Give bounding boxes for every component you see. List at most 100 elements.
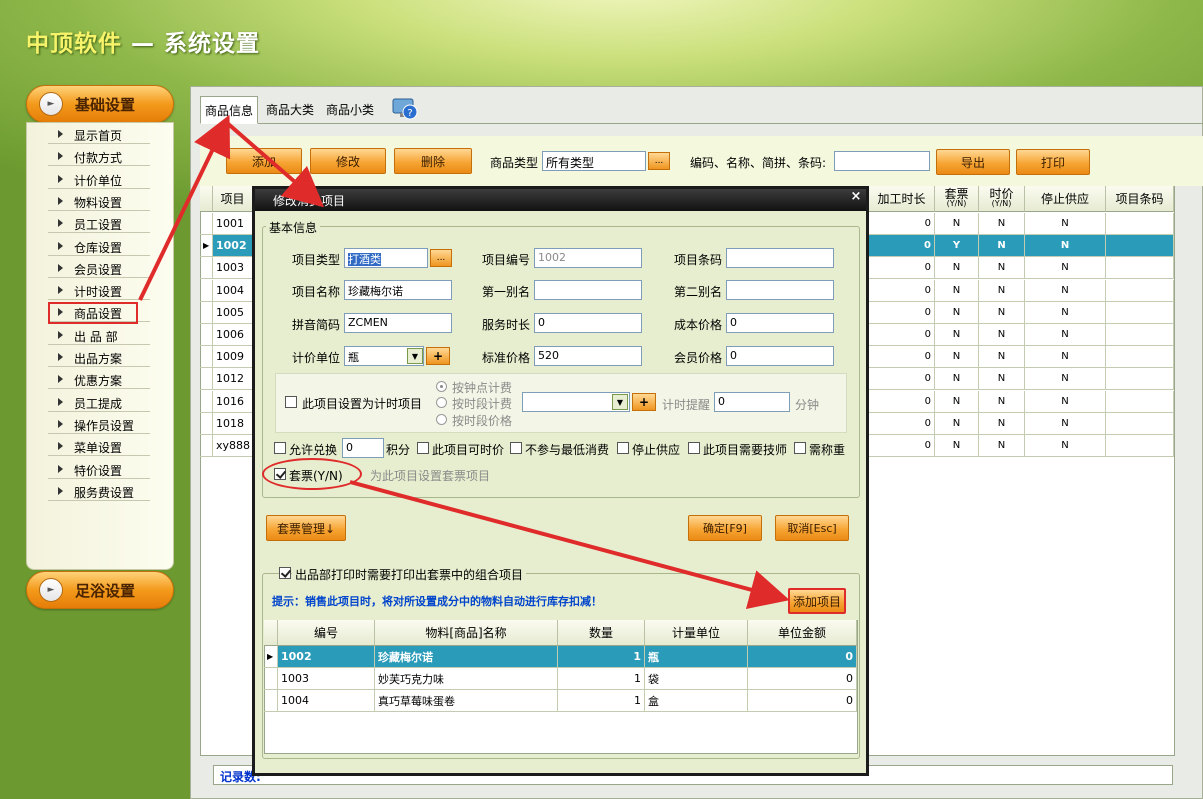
sidebar-item[interactable]: 服务费设置 (48, 482, 150, 501)
sidebar-item[interactable]: 操作员设置 (48, 415, 150, 434)
table-cell[interactable] (1106, 235, 1174, 258)
sidebar-group-foot-bath-settings[interactable]: ► 足浴设置 (26, 571, 174, 609)
tab-product-info[interactable]: 商品信息 (200, 96, 259, 124)
table-cell[interactable]: 1018 (213, 412, 253, 435)
add-period-button[interactable]: + (632, 393, 656, 411)
chevron-down-icon[interactable]: ▼ (407, 348, 423, 364)
table-cell[interactable]: 1004 (213, 279, 253, 302)
ok-button[interactable]: 确定[F9] (688, 515, 762, 541)
ticket-manage-button[interactable]: 套票管理↓ (266, 515, 346, 541)
row-indicator[interactable]: ▶ (200, 235, 213, 258)
table-cell[interactable]: 瓶 (645, 646, 748, 668)
category-browse-button[interactable]: ... (648, 152, 670, 170)
table-cell[interactable]: N (1025, 257, 1106, 280)
table-cell[interactable]: N (1025, 412, 1106, 435)
sidebar-item[interactable]: 付款方式 (48, 147, 150, 167)
grid-header-stop-supply[interactable]: 停止供应 (1025, 186, 1106, 212)
table-cell[interactable]: N (1025, 301, 1106, 324)
table-cell[interactable]: 0 (869, 279, 935, 302)
table-cell[interactable]: Y (935, 235, 979, 258)
table-cell[interactable]: N (979, 257, 1025, 280)
table-cell[interactable]: N (935, 368, 979, 391)
close-icon[interactable]: × (848, 189, 864, 207)
grid-header-timed[interactable]: 时价 (Y/N) (979, 186, 1025, 212)
table-cell[interactable] (1106, 301, 1174, 324)
table-cell[interactable]: N (979, 346, 1025, 369)
table-cell[interactable]: N (979, 279, 1025, 302)
table-cell[interactable]: N (1025, 279, 1106, 302)
table-cell[interactable] (1106, 412, 1174, 435)
table-cell[interactable]: 0 (869, 324, 935, 346)
sidebar-item[interactable]: 出 品 部 (48, 326, 150, 345)
chevron-down-icon[interactable]: ▼ (612, 394, 628, 410)
row-indicator[interactable] (200, 390, 213, 413)
needs-technician-checkbox[interactable] (688, 442, 700, 454)
table-cell[interactable]: 0 (869, 435, 935, 457)
table-cell[interactable]: N (1025, 368, 1106, 391)
tab-product-category[interactable]: 商品大类 (262, 96, 318, 124)
table-cell[interactable]: N (1025, 435, 1106, 457)
time-price-checkbox[interactable] (417, 442, 429, 454)
table-cell[interactable]: N (935, 390, 979, 413)
table-cell[interactable]: 盒 (645, 690, 748, 712)
table-cell[interactable]: N (935, 213, 979, 235)
sidebar-item[interactable]: 出品方案 (48, 348, 150, 367)
timer-remind-input[interactable]: 0 (714, 392, 790, 412)
table-cell[interactable]: N (979, 213, 1025, 235)
cost-price-input[interactable]: 0 (726, 313, 834, 333)
table-cell[interactable]: 1004 (278, 690, 375, 712)
sidebar-item[interactable]: 特价设置 (48, 460, 150, 479)
sidebar-item[interactable]: 计时设置 (48, 281, 150, 301)
grid-header-item[interactable]: 项目 (213, 186, 253, 212)
table-cell[interactable]: 1003 (278, 668, 375, 690)
sub-header-quantity[interactable]: 数量 (558, 620, 645, 646)
service-time-input[interactable]: 0 (534, 313, 642, 333)
table-cell[interactable]: N (979, 324, 1025, 346)
help-monitor-icon[interactable]: ? (392, 98, 418, 120)
alias2-input[interactable] (726, 280, 834, 300)
row-indicator[interactable] (200, 301, 213, 324)
print-button[interactable]: 打印 (1016, 149, 1090, 175)
sidebar-item[interactable]: 员工提成 (48, 393, 150, 412)
table-cell[interactable] (1106, 324, 1174, 346)
alias1-input[interactable] (534, 280, 642, 300)
export-button[interactable]: 导出 (936, 149, 1010, 175)
row-indicator[interactable] (200, 412, 213, 435)
radio-period-billing[interactable] (436, 397, 447, 408)
stop-supply-checkbox[interactable] (617, 442, 629, 454)
table-cell[interactable]: 0 (869, 346, 935, 369)
table-cell[interactable]: 1002 (213, 235, 253, 258)
table-cell[interactable]: 1003 (213, 257, 253, 280)
table-cell[interactable]: N (1025, 324, 1106, 346)
table-cell[interactable] (1106, 390, 1174, 413)
table-cell[interactable]: 0 (748, 668, 857, 690)
sidebar-item[interactable]: 优惠方案 (48, 370, 150, 390)
add-item-button[interactable]: 添加项目 (788, 588, 846, 614)
row-indicator[interactable] (200, 257, 213, 280)
sub-header-code[interactable]: 编号 (278, 620, 375, 646)
table-cell[interactable]: 0 (869, 257, 935, 280)
grid-header-process-time[interactable]: 加工时长 (869, 186, 935, 212)
add-unit-button[interactable]: + (426, 347, 450, 365)
table-cell[interactable]: N (1025, 235, 1106, 258)
table-cell[interactable] (1106, 213, 1174, 235)
sidebar-item[interactable]: 菜单设置 (48, 437, 150, 457)
table-cell[interactable]: N (979, 412, 1025, 435)
row-indicator[interactable] (200, 368, 213, 391)
table-cell[interactable]: 0 (748, 646, 857, 668)
item-type-browse-button[interactable]: ... (430, 249, 452, 267)
table-cell[interactable]: N (935, 257, 979, 280)
item-name-input[interactable]: 珍藏梅尔诺 (344, 280, 452, 300)
sidebar-item[interactable]: 仓库设置 (48, 237, 150, 256)
allow-exchange-checkbox[interactable] (274, 442, 286, 454)
exchange-points-input[interactable]: 0 (342, 438, 384, 458)
sidebar-item[interactable]: 会员设置 (48, 259, 150, 278)
table-cell[interactable]: 袋 (645, 668, 748, 690)
table-cell[interactable]: 1016 (213, 390, 253, 413)
table-cell[interactable]: 0 (869, 390, 935, 413)
table-cell[interactable]: 珍藏梅尔诺 (375, 646, 558, 668)
row-indicator[interactable] (264, 690, 278, 712)
table-cell[interactable]: N (935, 301, 979, 324)
table-cell[interactable]: 1001 (213, 213, 253, 235)
edit-button[interactable]: 修改 (310, 148, 386, 174)
